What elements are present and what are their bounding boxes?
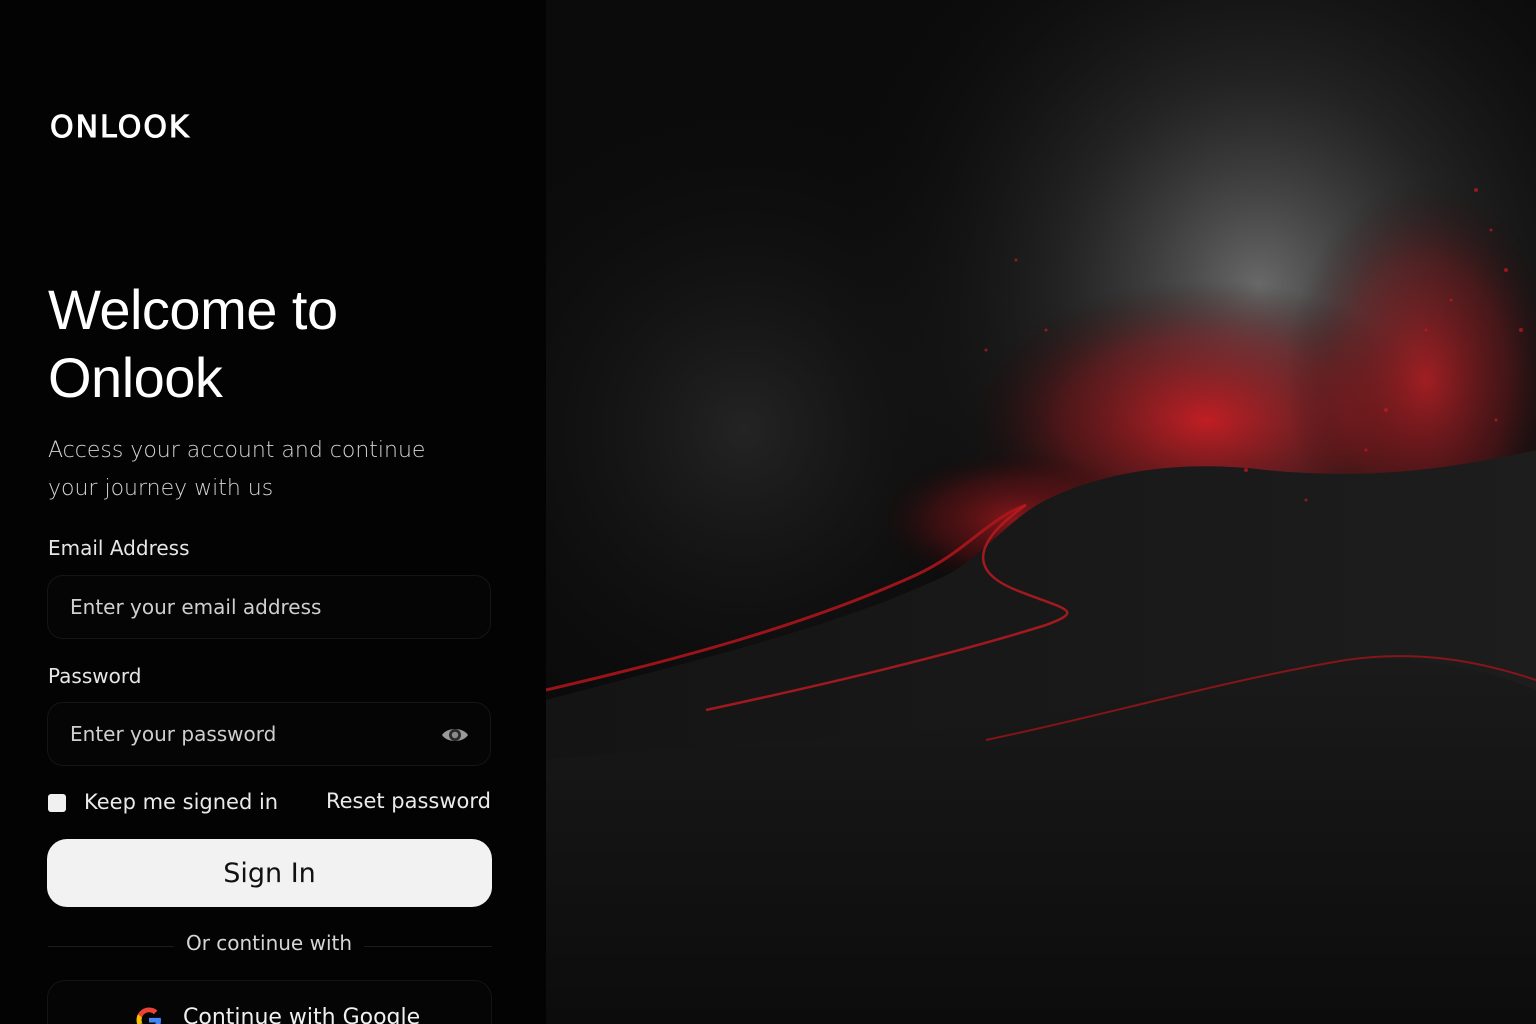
email-field-container [47, 575, 491, 639]
email-label: Email Address [48, 536, 190, 560]
email-input[interactable] [70, 576, 430, 638]
password-label: Password [48, 664, 142, 688]
login-page: ONLOOK Welcome to Onlook Access your acc… [0, 0, 1536, 1024]
password-field-container [47, 702, 491, 766]
login-panel: ONLOOK Welcome to Onlook Access your acc… [0, 0, 546, 1024]
divider-text: Or continue with [185, 931, 353, 955]
eye-icon[interactable] [440, 720, 470, 750]
password-input[interactable] [70, 703, 430, 765]
keep-signed-in-label: Keep me signed in [84, 790, 279, 814]
page-title: Welcome to Onlook [48, 278, 338, 409]
reset-password-link[interactable]: Reset password [326, 789, 491, 813]
keep-signed-in-checkbox[interactable] [48, 794, 66, 812]
sign-in-button[interactable]: Sign In [47, 839, 492, 907]
onlook-logo: ONLOOK [50, 110, 191, 146]
desert-landscape-image [546, 0, 1536, 1024]
google-icon [134, 1005, 164, 1024]
page-subtitle: Access your account and continue your jo… [48, 438, 426, 501]
google-signin-button[interactable]: Continue with Google [47, 980, 492, 1024]
google-signin-label: Continue with Google [183, 1005, 421, 1024]
hero-image [546, 0, 1536, 1024]
divider-line-right [364, 946, 492, 947]
